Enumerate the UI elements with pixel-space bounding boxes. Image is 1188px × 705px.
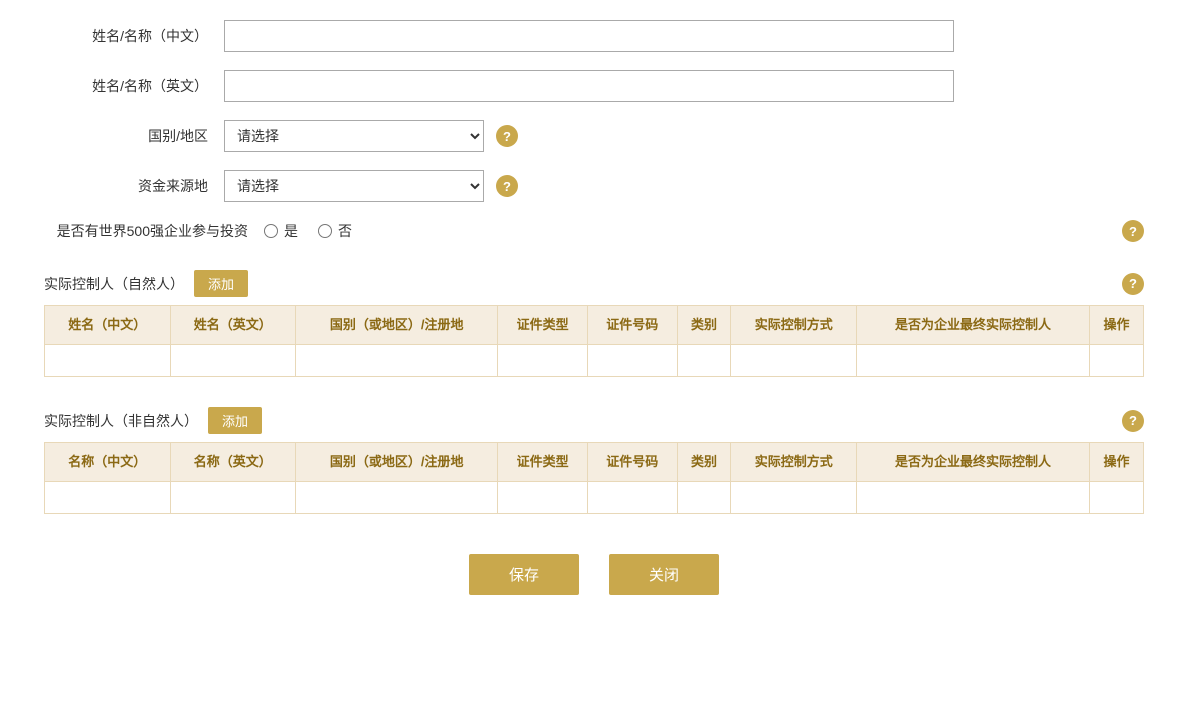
non-natural-person-title: 实际控制人（非自然人）	[44, 411, 198, 431]
fortune500-yes-option[interactable]: 是	[264, 221, 298, 241]
nnp-empty-cell-6	[677, 482, 731, 514]
non-natural-person-empty-row	[45, 482, 1144, 514]
np-empty-cell-7	[731, 345, 857, 377]
nnp-col-name-cn: 名称（中文）	[45, 443, 171, 482]
fortune500-yes-radio[interactable]	[264, 224, 278, 238]
natural-person-add-button[interactable]: 添加	[194, 270, 248, 297]
nnp-empty-cell-1	[45, 482, 171, 514]
fortune500-no-option[interactable]: 否	[318, 221, 352, 241]
country-label: 国别/地区	[44, 126, 224, 146]
fortune500-radio-group: 是 否	[264, 221, 352, 241]
non-natural-person-section-header: 实际控制人（非自然人） 添加 ?	[44, 397, 1144, 440]
nnp-empty-cell-2	[170, 482, 296, 514]
non-natural-person-table-header-row: 名称（中文） 名称（英文） 国别（或地区）/注册地 证件类型 证件号码 类别 实…	[45, 443, 1144, 482]
fund-source-help-icon[interactable]: ?	[496, 175, 518, 197]
fortune500-no-radio[interactable]	[318, 224, 332, 238]
non-natural-person-table: 名称（中文） 名称（英文） 国别（或地区）/注册地 证件类型 证件号码 类别 实…	[44, 442, 1144, 514]
fund-source-label: 资金来源地	[44, 176, 224, 196]
fund-source-row: 资金来源地 请选择 ?	[44, 170, 1144, 202]
country-row: 国别/地区 请选择 ?	[44, 120, 1144, 152]
nnp-empty-cell-7	[731, 482, 857, 514]
form-section: 姓名/名称（中文） 姓名/名称（英文） 国别/地区 请选择 ? 资金来源地 请选…	[44, 20, 1144, 595]
np-col-control-method: 实际控制方式	[731, 306, 857, 345]
fortune500-row: 是否有世界500强企业参与投资 是 否 ?	[44, 220, 1144, 242]
fortune500-label: 是否有世界500强企业参与投资	[44, 221, 264, 241]
nnp-col-operation: 操作	[1090, 443, 1144, 482]
np-col-cert-no: 证件号码	[587, 306, 677, 345]
np-empty-cell-5	[587, 345, 677, 377]
natural-person-table: 姓名（中文） 姓名（英文） 国别（或地区）/注册地 证件类型 证件号码 类别 实…	[44, 305, 1144, 377]
country-select[interactable]: 请选择	[224, 120, 484, 152]
np-empty-cell-1	[45, 345, 171, 377]
name-cn-row: 姓名/名称（中文）	[44, 20, 1144, 52]
name-cn-input[interactable]	[224, 20, 954, 52]
footer-buttons: 保存 关闭	[44, 554, 1144, 595]
natural-person-table-header-row: 姓名（中文） 姓名（英文） 国别（或地区）/注册地 证件类型 证件号码 类别 实…	[45, 306, 1144, 345]
nnp-col-country: 国别（或地区）/注册地	[296, 443, 498, 482]
natural-person-empty-row	[45, 345, 1144, 377]
nnp-col-control-method: 实际控制方式	[731, 443, 857, 482]
nnp-col-cert-type: 证件类型	[498, 443, 588, 482]
nnp-col-ultimate-control: 是否为企业最终实际控制人	[856, 443, 1089, 482]
fortune500-no-label: 否	[338, 221, 352, 241]
natural-person-table-wrapper: 姓名（中文） 姓名（英文） 国别（或地区）/注册地 证件类型 证件号码 类别 实…	[44, 305, 1144, 377]
non-natural-person-help-icon[interactable]: ?	[1122, 410, 1144, 432]
name-en-label: 姓名/名称（英文）	[44, 76, 224, 96]
np-col-cert-type: 证件类型	[498, 306, 588, 345]
name-en-input[interactable]	[224, 70, 954, 102]
name-en-row: 姓名/名称（英文）	[44, 70, 1144, 102]
natural-person-help-icon[interactable]: ?	[1122, 273, 1144, 295]
fund-source-select[interactable]: 请选择	[224, 170, 484, 202]
name-cn-label: 姓名/名称（中文）	[44, 26, 224, 46]
fortune500-help-icon[interactable]: ?	[1122, 220, 1144, 242]
nnp-empty-cell-8	[856, 482, 1089, 514]
fortune500-yes-label: 是	[284, 221, 298, 241]
non-natural-person-table-wrapper: 名称（中文） 名称（英文） 国别（或地区）/注册地 证件类型 证件号码 类别 实…	[44, 442, 1144, 514]
np-col-name-cn: 姓名（中文）	[45, 306, 171, 345]
np-empty-cell-6	[677, 345, 731, 377]
np-empty-cell-9	[1090, 345, 1144, 377]
np-col-country: 国别（或地区）/注册地	[296, 306, 498, 345]
np-col-operation: 操作	[1090, 306, 1144, 345]
np-empty-cell-2	[170, 345, 296, 377]
natural-person-title: 实际控制人（自然人）	[44, 274, 184, 294]
nnp-empty-cell-9	[1090, 482, 1144, 514]
np-col-ultimate-control: 是否为企业最终实际控制人	[856, 306, 1089, 345]
np-empty-cell-4	[498, 345, 588, 377]
close-button[interactable]: 关闭	[609, 554, 719, 595]
country-help-icon[interactable]: ?	[496, 125, 518, 147]
np-empty-cell-8	[856, 345, 1089, 377]
nnp-empty-cell-4	[498, 482, 588, 514]
nnp-col-category: 类别	[677, 443, 731, 482]
natural-person-section-header: 实际控制人（自然人） 添加 ?	[44, 260, 1144, 303]
np-col-name-en: 姓名（英文）	[170, 306, 296, 345]
nnp-col-name-en: 名称（英文）	[170, 443, 296, 482]
nnp-col-cert-no: 证件号码	[587, 443, 677, 482]
nnp-empty-cell-5	[587, 482, 677, 514]
nnp-empty-cell-3	[296, 482, 498, 514]
save-button[interactable]: 保存	[469, 554, 579, 595]
np-empty-cell-3	[296, 345, 498, 377]
non-natural-person-add-button[interactable]: 添加	[208, 407, 262, 434]
np-col-category: 类别	[677, 306, 731, 345]
